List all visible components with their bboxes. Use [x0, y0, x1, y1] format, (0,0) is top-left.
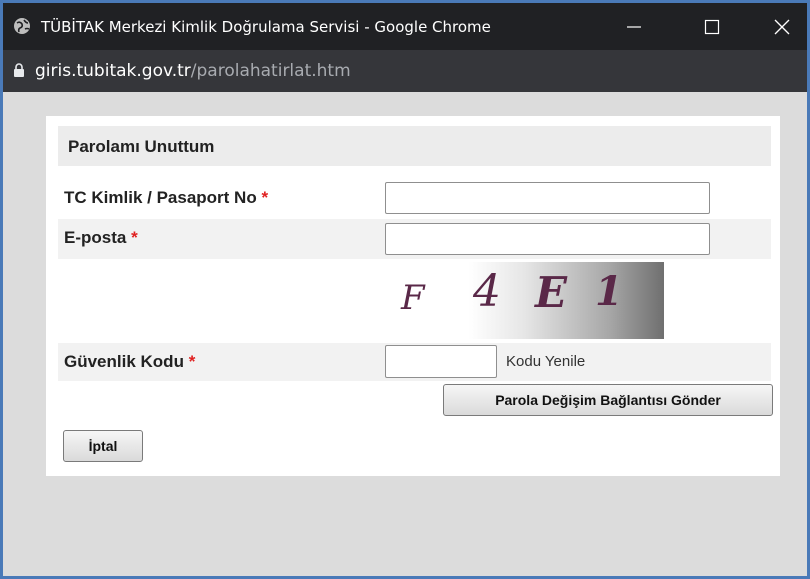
browser-window: TÜBİTAK Merkezi Kimlik Doğrulama Servisi… [0, 0, 810, 579]
url-text[interactable]: giris.tubitak.gov.tr/parolahatirlat.htm [35, 61, 351, 81]
email-input[interactable] [385, 223, 710, 255]
panel-header: Parolamı Unuttum [58, 126, 771, 166]
cancel-button[interactable]: İptal [63, 430, 143, 462]
captcha-char: 1 [595, 268, 623, 315]
email-label-text: E-posta [64, 228, 127, 247]
security-code-label: Güvenlik Kodu * [64, 352, 195, 372]
required-mark: * [261, 188, 269, 207]
required-mark: * [131, 228, 138, 247]
required-mark: * [188, 352, 196, 371]
url-path: /parolahatirlat.htm [190, 61, 351, 81]
address-bar[interactable]: giris.tubitak.gov.tr/parolahatirlat.htm [3, 50, 807, 92]
captcha-char: E [535, 268, 568, 317]
url-host: giris.tubitak.gov.tr [35, 61, 191, 81]
password-reset-panel: Parolamı Unuttum TC Kimlik / Pasaport No… [46, 116, 780, 476]
title-bar: TÜBİTAK Merkezi Kimlik Doğrulama Servisi… [3, 3, 807, 50]
security-code-input[interactable] [385, 345, 497, 378]
tc-kimlik-input[interactable] [385, 182, 710, 214]
captcha-char: 4 [473, 266, 501, 317]
security-label-text: Güvenlik Kodu [64, 352, 184, 371]
refresh-code-link[interactable]: Kodu Yenile [506, 353, 585, 370]
captcha-char: F [401, 278, 425, 318]
send-reset-link-button[interactable]: Parola Değişim Bağlantısı Gönder [443, 384, 773, 416]
globe-icon [14, 18, 30, 34]
maximize-button[interactable] [689, 3, 735, 50]
close-icon [774, 19, 790, 34]
minimize-icon [627, 25, 641, 28]
maximize-icon [704, 19, 720, 34]
minimize-button[interactable] [611, 3, 657, 50]
close-button[interactable] [759, 3, 805, 50]
tc-label: TC Kimlik / Pasaport No * [64, 188, 268, 208]
email-label: E-posta * [64, 228, 138, 248]
tc-label-text: TC Kimlik / Pasaport No [64, 188, 257, 207]
window-title: TÜBİTAK Merkezi Kimlik Doğrulama Servisi… [41, 18, 491, 36]
lock-icon [14, 63, 24, 77]
panel-title: Parolamı Unuttum [68, 137, 215, 156]
captcha-image: F 4 E 1 [385, 262, 664, 339]
